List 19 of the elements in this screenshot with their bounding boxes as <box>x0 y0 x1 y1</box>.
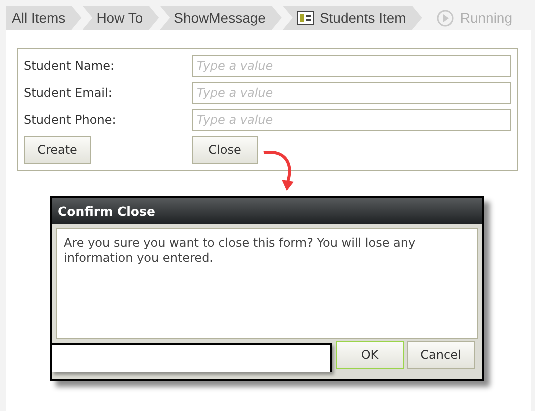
input-field[interactable]: Type a value <box>192 55 511 77</box>
breadcrumb-item[interactable]: How To <box>82 6 160 30</box>
form-icon <box>296 11 314 25</box>
dialog-title: Confirm Close <box>52 198 482 224</box>
breadcrumb-item[interactable]: ShowMessage <box>160 6 282 30</box>
form-button[interactable]: Create <box>24 136 91 164</box>
field-label: Student Phone: <box>24 113 118 127</box>
play-icon <box>437 10 454 26</box>
dialog-button[interactable]: OK <box>336 341 404 369</box>
form-button[interactable]: Close <box>192 136 258 164</box>
arrow-drawing <box>262 150 296 192</box>
input-field[interactable]: Type a value <box>192 109 511 131</box>
breadcrumb-item[interactable]: Students Item <box>282 6 422 30</box>
breadcrumb-item[interactable]: All Items <box>6 6 82 30</box>
input-field[interactable]: Type a value <box>192 82 511 104</box>
field-label: Student Email: <box>24 86 114 100</box>
dialog-message: Are you sure you want to close this form? You will lose any information you entered. <box>56 228 478 339</box>
dialog-button[interactable]: Cancel <box>407 341 475 369</box>
field-label: Student Name: <box>24 59 116 73</box>
